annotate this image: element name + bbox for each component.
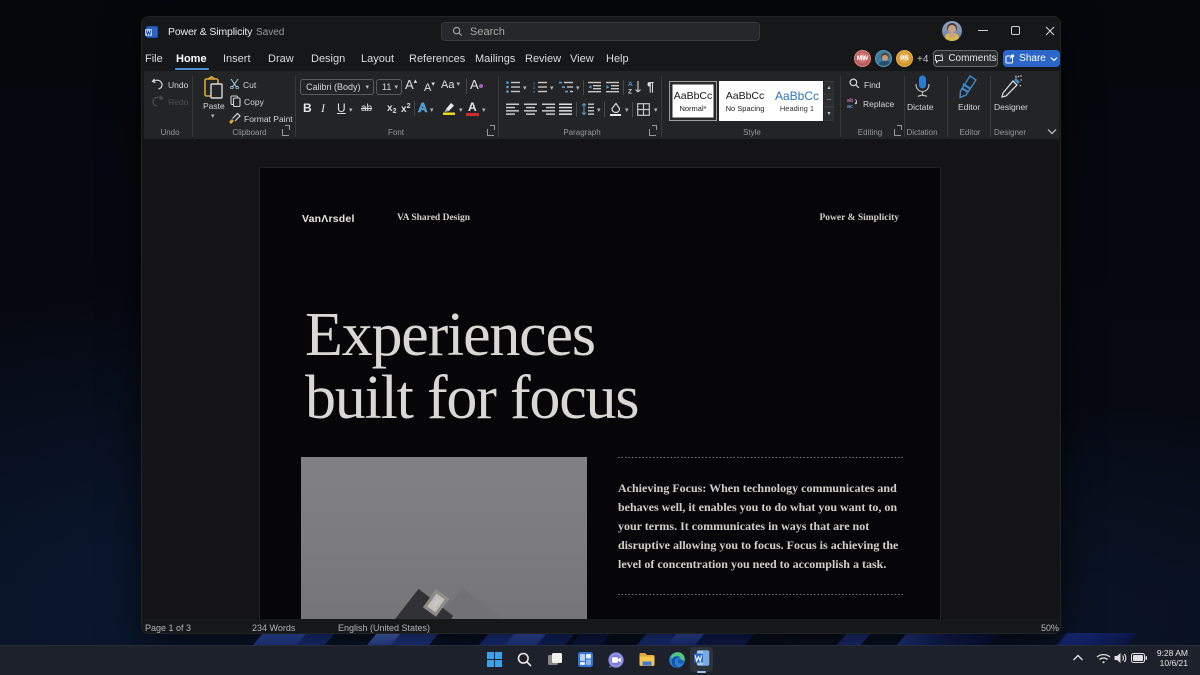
svg-text:3: 3 [533,89,536,93]
svg-text:A: A [628,81,633,88]
svg-text:Z: Z [628,89,632,95]
svg-text:ac: ac [847,104,853,108]
